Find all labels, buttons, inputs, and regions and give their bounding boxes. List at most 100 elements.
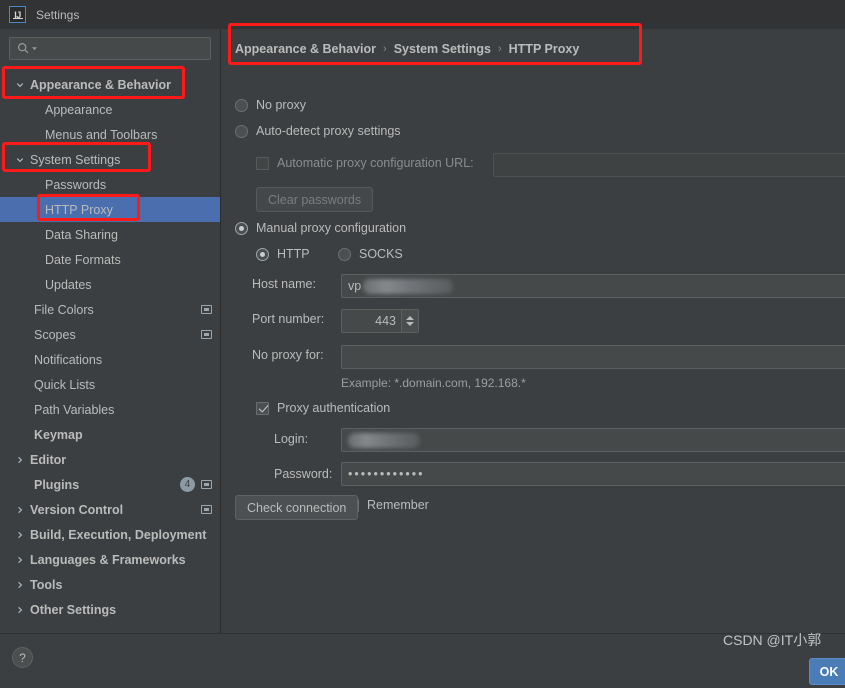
breadcrumb-part-0[interactable]: Appearance & Behavior — [235, 42, 376, 56]
search-input[interactable] — [42, 40, 210, 57]
sidebar-item-build-execution-deployment[interactable]: Build, Execution, Deployment — [0, 522, 220, 547]
auto-url-option[interactable]: Automatic proxy configuration URL: — [256, 156, 474, 170]
intellij-logo-icon: IJ — [9, 6, 26, 23]
project-scope-icon — [201, 480, 212, 489]
chevron-right-icon[interactable] — [14, 529, 26, 541]
watermark: CSDN @IT小郭 — [723, 632, 822, 648]
project-scope-icon — [201, 305, 212, 314]
port-number-stepper[interactable] — [401, 310, 418, 332]
sidebar-item-editor[interactable]: Editor — [0, 447, 220, 472]
window-title: Settings — [36, 7, 80, 22]
search-box[interactable] — [9, 37, 211, 60]
chevron-right-icon[interactable] — [14, 504, 26, 516]
login-label: Login: — [274, 432, 309, 446]
socks-option[interactable]: SOCKS — [338, 247, 403, 261]
http-radio[interactable] — [256, 247, 269, 261]
sidebar-item-label: Quick Lists — [34, 377, 96, 392]
proxy-auth-checkbox[interactable] — [256, 401, 269, 415]
sidebar-item-label: Version Control — [30, 502, 124, 517]
sidebar-item-appearance-behavior[interactable]: Appearance & Behavior — [0, 72, 220, 97]
sidebar-item-icons: 4 — [180, 472, 212, 497]
proxy-auth-option[interactable]: Proxy authentication — [256, 401, 390, 415]
no-proxy-option[interactable]: No proxy — [235, 98, 306, 112]
settings-main-panel: Appearance & Behavior › System Settings … — [222, 29, 845, 633]
help-icon[interactable]: ? — [12, 647, 33, 668]
sidebar-item-languages-frameworks[interactable]: Languages & Frameworks — [0, 547, 220, 572]
host-name-label-row: Host name: — [252, 277, 316, 291]
sidebar-item-other-settings[interactable]: Other Settings — [0, 597, 220, 622]
remember-label: Remember — [367, 498, 429, 512]
stepper-down-icon[interactable] — [406, 322, 414, 326]
auto-url-label: Automatic proxy configuration URL: — [277, 156, 474, 170]
socks-radio[interactable] — [338, 247, 351, 261]
sidebar-item-label: Appearance — [45, 102, 113, 117]
ok-label: OK — [819, 664, 839, 679]
sidebar-item-http-proxy[interactable]: HTTP Proxy — [0, 197, 220, 222]
manual-proxy-option[interactable]: Manual proxy configuration — [235, 221, 406, 235]
check-connection-button[interactable]: Check connection — [235, 495, 359, 520]
sidebar-item-path-variables[interactable]: Path Variables — [0, 397, 220, 422]
sidebar-item-data-sharing[interactable]: Data Sharing — [0, 222, 220, 247]
sidebar-item-quick-lists[interactable]: Quick Lists — [0, 372, 220, 397]
sidebar-item-system-settings[interactable]: System Settings — [0, 147, 220, 172]
chevron-down-icon[interactable] — [14, 79, 26, 91]
password-value: •••••••••••• — [348, 467, 425, 481]
chevron-down-icon[interactable] — [14, 154, 26, 166]
auto-detect-radio[interactable] — [235, 124, 248, 138]
sidebar-item-passwords[interactable]: Passwords — [0, 172, 220, 197]
chevron-right-icon[interactable] — [14, 454, 26, 466]
sidebar-item-plugins[interactable]: Plugins 4 — [0, 472, 220, 497]
sidebar-item-label: Data Sharing — [45, 227, 118, 242]
auto-url-checkbox[interactable] — [256, 156, 269, 170]
sidebar-item-appearance[interactable]: Appearance — [0, 97, 220, 122]
password-input[interactable]: •••••••••••• — [341, 462, 845, 486]
ok-button[interactable]: OK — [809, 658, 845, 685]
sidebar-item-keymap[interactable]: Keymap — [0, 422, 220, 447]
proxy-auth-label: Proxy authentication — [277, 401, 391, 415]
no-proxy-for-input[interactable] — [341, 345, 845, 369]
auto-url-input[interactable] — [493, 153, 845, 177]
breadcrumb: Appearance & Behavior › System Settings … — [235, 42, 579, 56]
login-input[interactable] — [341, 428, 845, 452]
chevron-right-icon[interactable] — [14, 579, 26, 591]
manual-proxy-radio[interactable] — [235, 221, 248, 235]
sidebar-item-label: Updates — [45, 277, 92, 292]
plugins-count-badge: 4 — [180, 477, 195, 492]
no-proxy-radio[interactable] — [235, 98, 248, 112]
clear-passwords-button[interactable]: Clear passwords — [256, 187, 374, 212]
sidebar-item-scopes[interactable]: Scopes — [0, 322, 220, 347]
sidebar-item-tools[interactable]: Tools — [0, 572, 220, 597]
settings-sidebar: Appearance & Behavior Appearance Menus and… — [0, 29, 221, 633]
port-number-label: Port number: — [252, 312, 325, 326]
sidebar-item-label: System Settings — [30, 152, 121, 167]
sidebar-item-label: Passwords — [45, 177, 107, 192]
chevron-right-icon[interactable] — [14, 554, 26, 566]
login-redaction — [348, 432, 420, 448]
sidebar-item-date-formats[interactable]: Date Formats — [0, 247, 220, 272]
port-number-input[interactable]: 443 — [341, 309, 419, 333]
http-label: HTTP — [277, 247, 310, 261]
logo-underbar — [13, 18, 23, 19]
sidebar-item-label: Languages & Frameworks — [30, 552, 186, 567]
sidebar-item-file-colors[interactable]: File Colors — [0, 297, 220, 322]
sidebar-item-label: Path Variables — [34, 402, 115, 417]
chevron-down-icon[interactable] — [31, 45, 38, 52]
sidebar-item-notifications[interactable]: Notifications — [0, 347, 220, 372]
no-proxy-label: No proxy — [256, 98, 307, 112]
sidebar-item-menus-and-toolbars[interactable]: Menus and Toolbars — [0, 122, 220, 147]
chevron-right-icon[interactable] — [14, 604, 26, 616]
stepper-up-icon[interactable] — [406, 316, 414, 320]
sidebar-item-version-control[interactable]: Version Control — [0, 497, 220, 522]
login-label-row: Login: — [274, 432, 308, 446]
http-option[interactable]: HTTP — [256, 247, 310, 261]
host-name-input[interactable]: vp — [341, 274, 845, 298]
sidebar-item-label: Other Settings — [30, 602, 117, 617]
remember-option[interactable]: Remember — [346, 498, 429, 512]
port-number-value: 443 — [375, 314, 396, 328]
clear-passwords-label: Clear passwords — [268, 192, 362, 207]
sidebar-item-label: Appearance & Behavior — [30, 77, 172, 92]
breadcrumb-part-1[interactable]: System Settings — [394, 42, 491, 56]
sidebar-item-updates[interactable]: Updates — [0, 272, 220, 297]
sidebar-item-label: Notifications — [34, 352, 103, 367]
auto-detect-option[interactable]: Auto-detect proxy settings — [235, 124, 401, 138]
